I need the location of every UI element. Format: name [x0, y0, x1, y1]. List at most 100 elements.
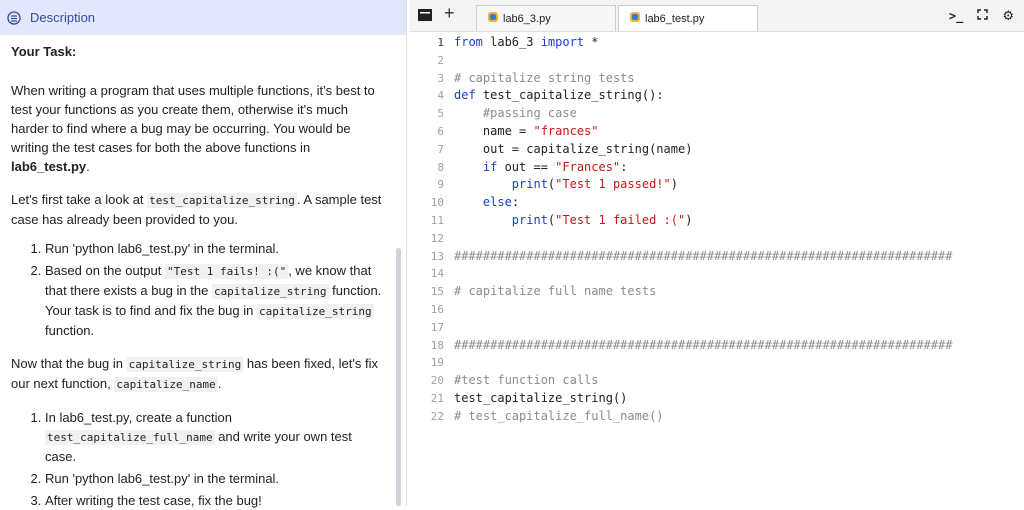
code-line[interactable]: 2: [410, 52, 1024, 70]
list-text: Based on the output: [45, 263, 165, 278]
code-line[interactable]: 9 print("Test 1 passed!"): [410, 176, 1024, 194]
code-line[interactable]: 12: [410, 230, 1024, 248]
code-token: import: [540, 35, 585, 49]
code-token: test_capitalize_string(): [454, 390, 628, 405]
code-text: #passing case: [454, 105, 577, 123]
code-line[interactable]: 7 out = capitalize_string(name): [410, 141, 1024, 159]
editor-panel: + lab6_3.py lab6_test.py >_ ⚙ 1 from lab6…: [410, 0, 1024, 506]
code-token: "Test 1 failed :(": [555, 212, 686, 227]
code-line[interactable]: 11 print("Test 1 failed :("): [410, 212, 1024, 230]
inline-code: capitalize_name: [114, 377, 218, 392]
gear-icon[interactable]: ⚙: [1002, 8, 1014, 24]
line-number: 21: [430, 391, 444, 405]
code-token: #test function calls: [454, 373, 599, 388]
inline-code: test_capitalize_string: [147, 193, 297, 208]
sample-text: Let's first take a look at: [11, 192, 148, 207]
code-token: lab6_3: [482, 35, 541, 49]
terminal-icon[interactable]: >_: [949, 9, 963, 23]
code-line[interactable]: 15 # capitalize full name tests: [410, 283, 1024, 301]
tab-label: lab6_test.py: [645, 12, 705, 25]
menu-icon[interactable]: [418, 8, 432, 26]
intro-text: When writing a program that uses multipl…: [11, 83, 375, 155]
code-token: # test_capitalize_full_name(): [454, 408, 664, 423]
code-editor[interactable]: 1 from lab6_3 import * 2 3 # capitalize stri…: [410, 32, 1024, 426]
inline-code: capitalize_string: [257, 304, 374, 319]
code-line[interactable]: 5 #passing case: [410, 105, 1024, 123]
code-token: out ==: [497, 159, 556, 174]
code-token: #passing case: [454, 106, 577, 121]
description-tab[interactable]: Description: [0, 0, 406, 35]
code-line[interactable]: 13 ######################################…: [410, 248, 1024, 266]
code-line[interactable]: 17: [410, 319, 1024, 337]
code-line[interactable]: 1 from lab6_3 import *: [410, 34, 1024, 52]
code-text: def test_capitalize_string():: [454, 87, 664, 105]
code-line[interactable]: 18 ######################################…: [410, 337, 1024, 355]
line-number: 1: [437, 36, 444, 49]
description-tab-label: Description: [30, 10, 96, 25]
line-number: 6: [437, 124, 444, 138]
plus-icon[interactable]: +: [444, 3, 455, 24]
scrollbar[interactable]: [396, 248, 401, 506]
code-token: "Frances": [555, 159, 621, 174]
sample-paragraph: Let's first take a look at test_capitali…: [11, 190, 386, 229]
list-item: Run 'python lab6_test.py' in the termina…: [45, 469, 386, 488]
python-file-icon: [487, 11, 499, 26]
line-number: 8: [437, 160, 444, 174]
steps-list-2: In lab6_test.py, create a function test_…: [11, 408, 386, 510]
line-number: 2: [437, 53, 444, 67]
task-content: Your Task: When writing a program that u…: [0, 35, 406, 510]
intro-paragraph: When writing a program that uses multipl…: [11, 81, 386, 176]
list-item: Run 'python lab6_test.py' in the termina…: [45, 239, 386, 258]
code-line[interactable]: 3 # capitalize string tests: [410, 70, 1024, 88]
code-line[interactable]: 19: [410, 354, 1024, 372]
code-token: out = capitalize_string(name): [454, 141, 693, 156]
code-line[interactable]: 21 test_capitalize_string(): [410, 390, 1024, 408]
line-number: 3: [437, 71, 444, 85]
code-line[interactable]: 16: [410, 301, 1024, 319]
line-number: 20: [430, 374, 444, 388]
code-text: ########################################…: [454, 248, 953, 266]
line-number: 18: [430, 338, 444, 352]
line-number: 16: [430, 302, 444, 316]
line-number: 4: [437, 89, 444, 103]
code-line[interactable]: 6 name = "frances": [410, 123, 1024, 141]
code-line[interactable]: 20 #test function calls: [410, 372, 1024, 390]
line-number: 5: [437, 107, 444, 121]
code-text: from lab6_3 import *: [454, 34, 599, 52]
line-number: 7: [437, 142, 444, 156]
code-text: name = "frances": [454, 123, 599, 141]
inline-code: test_capitalize_full_name: [45, 430, 215, 445]
code-line[interactable]: 14: [410, 265, 1024, 283]
code-text: if out == "Frances":: [454, 159, 628, 177]
code-text: # capitalize string tests: [454, 70, 635, 88]
line-number: 22: [430, 409, 444, 423]
line-number: 11: [430, 213, 444, 227]
inline-code: "Test 1 fails! :(": [164, 264, 289, 279]
code-token: ########################################…: [454, 337, 953, 352]
line-number: 9: [437, 178, 444, 192]
code-text: # test_capitalize_full_name(): [454, 408, 664, 426]
code-token: else: [482, 195, 512, 210]
line-number: 19: [430, 356, 444, 370]
code-token: :: [620, 159, 628, 174]
list-item: After writing the test case, fix the bug…: [45, 491, 386, 510]
code-token: from: [454, 35, 483, 49]
python-file-icon: [629, 11, 641, 26]
tab-lab6-3[interactable]: lab6_3.py: [476, 5, 616, 31]
code-line[interactable]: 8 if out == "Frances":: [410, 159, 1024, 177]
code-token: *: [584, 35, 599, 49]
tab-lab6-test[interactable]: lab6_test.py: [618, 5, 758, 31]
editor-toolbar: + lab6_3.py lab6_test.py >_ ⚙: [410, 0, 1024, 32]
code-text: print("Test 1 failed :("): [454, 212, 693, 230]
code-line[interactable]: 10 else:: [410, 194, 1024, 212]
fullscreen-icon[interactable]: [977, 7, 989, 25]
line-number: 15: [430, 285, 444, 299]
line-number: 17: [430, 320, 444, 334]
line-number: 14: [430, 267, 444, 281]
code-token: "frances": [533, 123, 599, 138]
code-line[interactable]: 4 def test_capitalize_string():: [410, 87, 1024, 105]
code-line[interactable]: 22 # test_capitalize_full_name(): [410, 408, 1024, 426]
